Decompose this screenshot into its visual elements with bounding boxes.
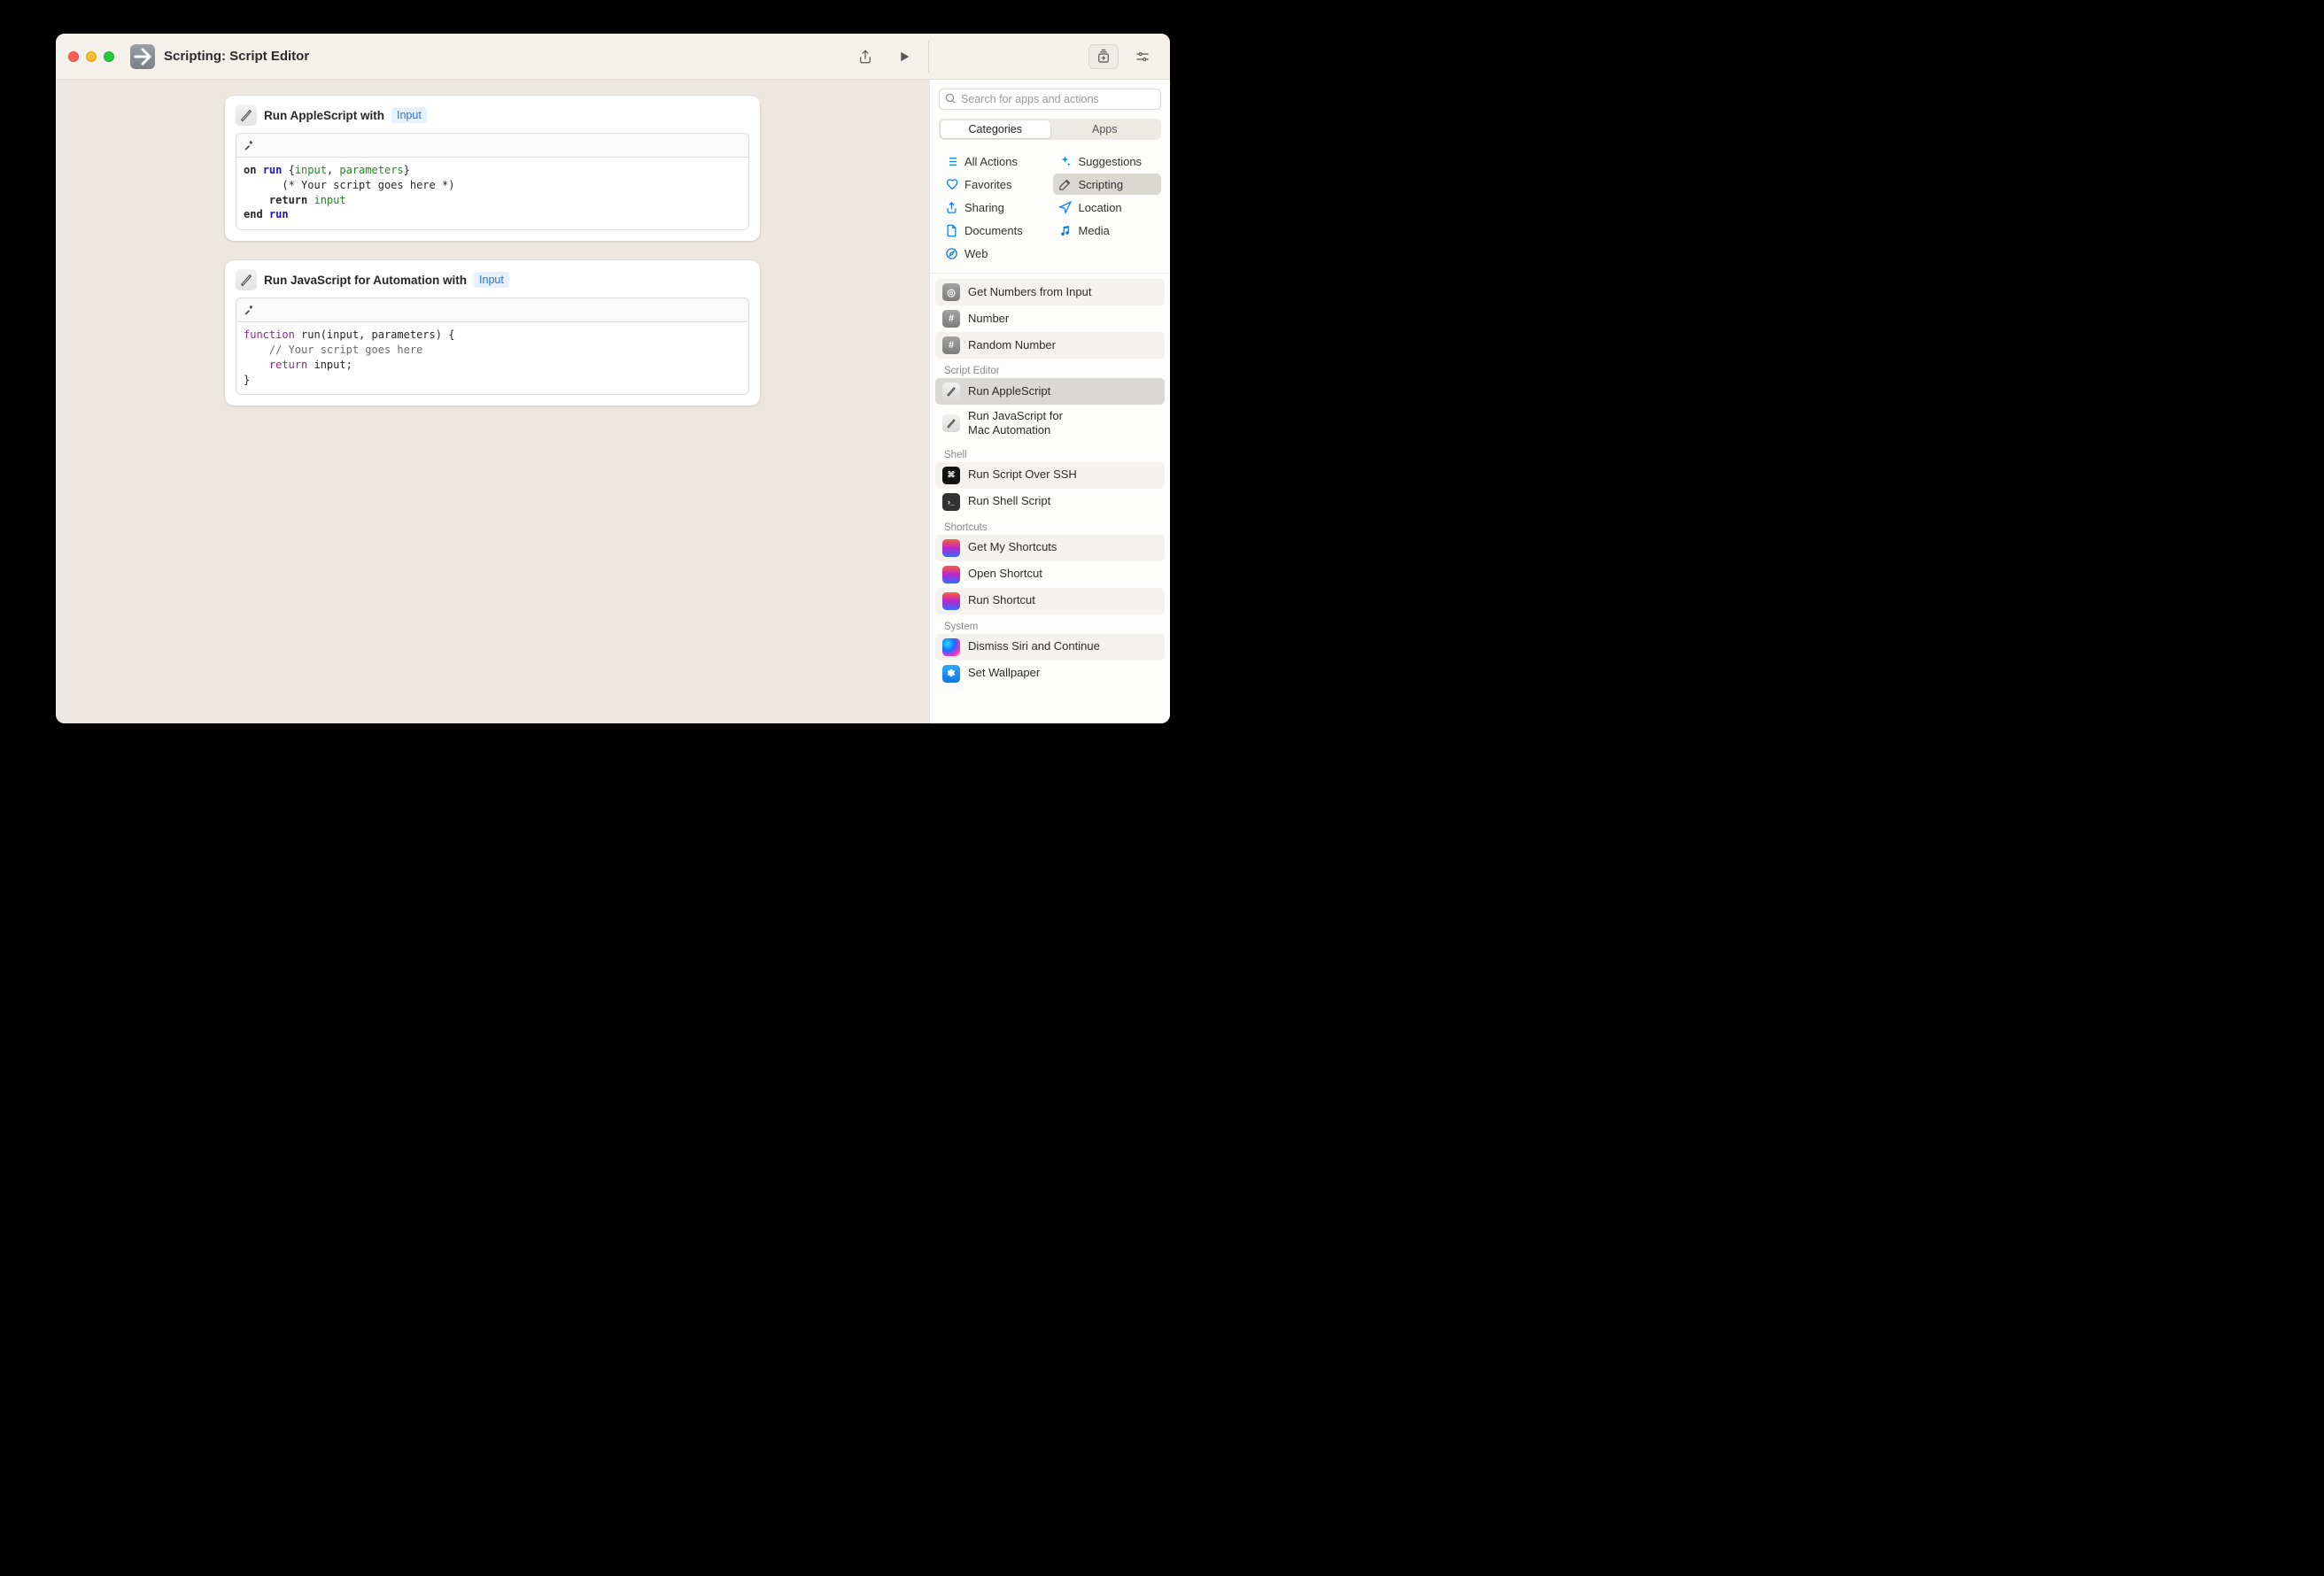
category-favorites[interactable]: Favorites [939,174,1048,195]
shortcuts-icon [942,566,960,583]
zoom-window-button[interactable] [104,51,114,62]
section-shortcuts: Shortcuts [935,515,1165,535]
hash-icon: # [942,336,960,354]
library-tabs: Categories Apps [939,119,1161,140]
category-sharing[interactable]: Sharing [939,197,1048,218]
wallpaper-icon: ✽ [942,665,960,683]
document-icon [944,223,958,237]
action-get-my-shortcuts[interactable]: Get My Shortcuts [935,535,1165,561]
window-controls [68,51,114,62]
siri-icon [942,638,960,656]
javascript-code-editor[interactable]: function run(input, parameters) { // You… [236,322,749,395]
script-editor-icon [236,269,257,290]
script-editor-icon [942,414,960,432]
category-documents[interactable]: Documents [939,220,1048,241]
action-run-applescript-row[interactable]: Run AppleScript [935,378,1165,405]
heart-icon [944,177,958,191]
search-input[interactable] [939,89,1161,110]
action-run-applescript[interactable]: Run AppleScript with Input on run {input… [225,96,760,241]
shortcuts-icon [942,592,960,610]
sparkle-icon [1058,154,1073,168]
search-icon [944,92,957,107]
action-list: ◎ Get Numbers from Input # Number # Rand… [930,275,1170,723]
share-button[interactable] [850,44,880,69]
hammer-icon[interactable] [244,303,256,318]
action-title: Run JavaScript for Automation with [264,274,467,287]
hash-icon: # [942,310,960,328]
hammer-icon[interactable] [244,138,256,153]
script-editor-icon [236,104,257,126]
run-button[interactable] [889,44,919,69]
action-run-ssh[interactable]: ⌘ Run Script Over SSH [935,462,1165,489]
calculator-icon: ◎ [942,283,960,301]
share-icon [944,200,958,214]
category-suggestions[interactable]: Suggestions [1053,151,1162,172]
action-title: Run AppleScript with [264,109,384,122]
action-get-numbers[interactable]: ◎ Get Numbers from Input [935,279,1165,305]
toolbar: Scripting: Script Editor [56,34,1170,80]
input-token[interactable]: Input [474,272,509,288]
tab-apps[interactable]: Apps [1050,120,1160,138]
category-all-actions[interactable]: All Actions [939,151,1048,172]
wand-icon [1058,177,1073,191]
section-script-editor: Script Editor [935,359,1165,378]
list-icon [944,154,958,168]
section-system: System [935,614,1165,634]
category-web[interactable]: Web [939,243,1048,264]
safari-icon [944,246,958,260]
category-grid: All Actions Suggestions Favorites Script… [930,145,1170,271]
action-run-javascript[interactable]: Run JavaScript for Automation with Input… [225,260,760,406]
terminal-icon: ⌘ [942,467,960,484]
workflow-canvas[interactable]: Run AppleScript with Input on run {input… [56,80,929,723]
action-run-shortcut[interactable]: Run Shortcut [935,588,1165,614]
action-random-number[interactable]: # Random Number [935,332,1165,359]
shortcuts-icon [942,539,960,557]
action-run-jxa-row[interactable]: Run JavaScript for Mac Automation [935,405,1165,443]
terminal-icon: ›_ [942,493,960,511]
action-dismiss-siri[interactable]: Dismiss Siri and Continue [935,634,1165,661]
music-icon [1058,223,1073,237]
action-number[interactable]: # Number [935,305,1165,332]
category-location[interactable]: Location [1053,197,1162,218]
settings-button[interactable] [1127,44,1158,69]
library-toggle-button[interactable] [1088,44,1119,69]
app-window: Scripting: Script Editor [56,34,1170,723]
action-run-shell[interactable]: ›_ Run Shell Script [935,489,1165,515]
code-toolbar [236,133,749,158]
section-shell: Shell [935,443,1165,462]
script-editor-icon [942,382,960,400]
action-open-shortcut[interactable]: Open Shortcut [935,561,1165,588]
action-set-wallpaper[interactable]: ✽ Set Wallpaper [935,661,1165,687]
code-toolbar [236,297,749,322]
category-scripting[interactable]: Scripting [1053,174,1162,195]
input-token[interactable]: Input [391,107,427,123]
library-sidebar: Categories Apps All Actions Suggestions … [929,80,1170,723]
applescript-code-editor[interactable]: on run {input, parameters} (* Your scrip… [236,158,749,230]
tab-categories[interactable]: Categories [941,120,1050,138]
category-media[interactable]: Media [1053,220,1162,241]
location-icon [1058,200,1073,214]
close-window-button[interactable] [68,51,79,62]
window-title: Scripting: Script Editor [164,49,309,64]
minimize-window-button[interactable] [86,51,97,62]
shortcut-app-icon [130,44,155,69]
